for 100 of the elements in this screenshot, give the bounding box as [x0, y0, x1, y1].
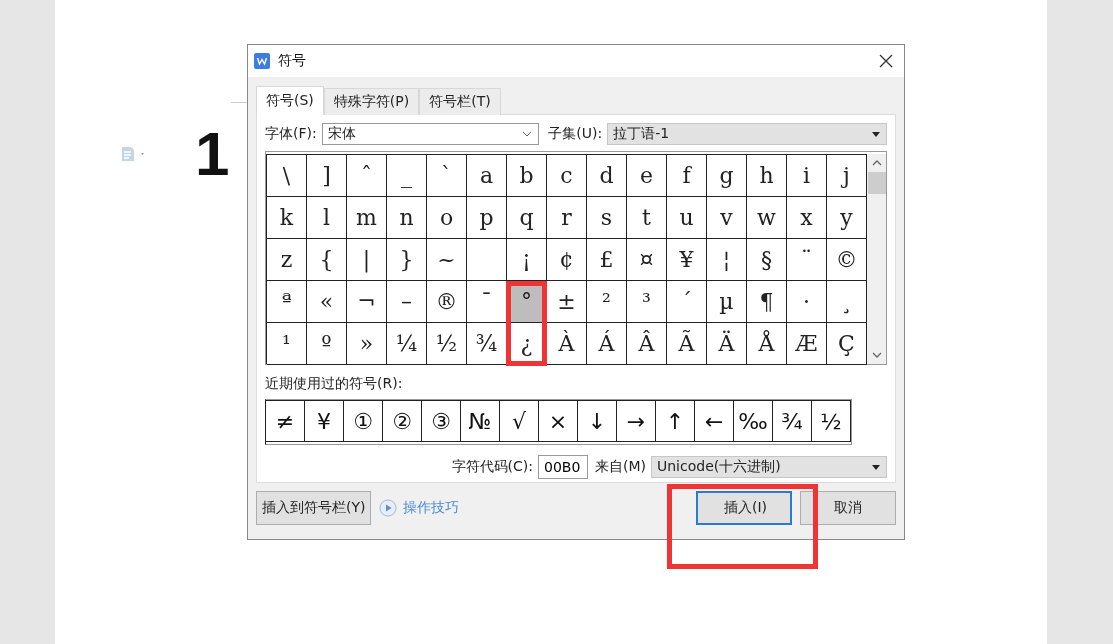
tab[interactable]: 符号栏(T)	[419, 88, 501, 115]
symbol-cell[interactable]: ´	[667, 281, 707, 323]
symbol-cell[interactable]: §	[747, 239, 787, 281]
symbol-cell[interactable]: –	[387, 281, 427, 323]
symbol-cell[interactable]: ¤	[627, 239, 667, 281]
symbol-cell[interactable]: ¦	[707, 239, 747, 281]
symbol-cell[interactable]: u	[667, 197, 707, 239]
subset-dropdown[interactable]: 拉丁语-1	[607, 123, 887, 145]
symbol-cell[interactable]: s	[587, 197, 627, 239]
symbol-cell[interactable]: t	[627, 197, 667, 239]
tab[interactable]: 特殊字符(P)	[323, 88, 420, 115]
symbol-cell[interactable]: »	[347, 323, 387, 365]
symbol-cell[interactable]: ®	[427, 281, 467, 323]
symbol-cell[interactable]: Ä	[707, 323, 747, 365]
symbol-cell[interactable]: ¼	[387, 323, 427, 365]
scroll-up-icon[interactable]	[871, 160, 882, 166]
symbol-cell[interactable]: ³	[627, 281, 667, 323]
symbol-cell[interactable]: f	[667, 155, 707, 197]
symbol-cell[interactable]: i	[787, 155, 827, 197]
symbol-cell[interactable]: ©	[827, 239, 867, 281]
symbol-cell[interactable]: l	[307, 197, 347, 239]
symbol-cell[interactable]	[467, 239, 507, 281]
symbol-cell[interactable]: ±	[547, 281, 587, 323]
symbol-cell[interactable]: ¬	[347, 281, 387, 323]
symbol-cell[interactable]: m	[347, 197, 387, 239]
dropdown-arrow-icon[interactable]	[872, 131, 880, 137]
symbol-cell[interactable]: |	[347, 239, 387, 281]
symbol-cell[interactable]: £	[587, 239, 627, 281]
insert-to-symbol-bar-button[interactable]: 插入到符号栏(Y)	[256, 491, 372, 525]
symbol-cell[interactable]: e	[627, 155, 667, 197]
symbol-cell[interactable]: o	[427, 197, 467, 239]
symbol-cell[interactable]: Å	[747, 323, 787, 365]
symbol-cell[interactable]: n	[387, 197, 427, 239]
symbol-cell[interactable]: Ã	[667, 323, 707, 365]
recent-symbol-cell[interactable]: →	[617, 400, 656, 442]
symbol-cell[interactable]: a	[467, 155, 507, 197]
symbol-cell[interactable]: z	[267, 239, 307, 281]
symbol-cell[interactable]: ¥	[667, 239, 707, 281]
recent-symbol-cell[interactable]: ①	[344, 400, 383, 442]
symbol-cell[interactable]: v	[707, 197, 747, 239]
recent-symbol-cell[interactable]: ↓	[578, 400, 617, 442]
recent-symbol-cell[interactable]: ½	[812, 400, 851, 442]
symbol-cell[interactable]: d	[587, 155, 627, 197]
symbol-cell[interactable]: k	[267, 197, 307, 239]
symbol-cell[interactable]: x	[787, 197, 827, 239]
insert-button[interactable]: 插入(I)	[696, 491, 792, 525]
char-code-field[interactable]: 00B0	[538, 455, 588, 479]
symbol-cell[interactable]: «	[307, 281, 347, 323]
symbol-cell[interactable]: b	[507, 155, 547, 197]
symbol-cell[interactable]: \	[267, 155, 307, 197]
symbol-cell[interactable]: ²	[587, 281, 627, 323]
recent-symbol-cell[interactable]: ≠	[266, 400, 305, 442]
symbol-cell[interactable]: ]	[307, 155, 347, 197]
recent-symbol-cell[interactable]: №	[461, 400, 500, 442]
symbol-cell[interactable]: ¸	[827, 281, 867, 323]
symbol-cell[interactable]: {	[307, 239, 347, 281]
recent-symbol-cell[interactable]: ②	[383, 400, 422, 442]
symbol-cell[interactable]: µ	[707, 281, 747, 323]
symbol-cell[interactable]: p	[467, 197, 507, 239]
symbol-cell[interactable]: c	[547, 155, 587, 197]
symbol-cell[interactable]: Á	[587, 323, 627, 365]
symbol-cell[interactable]: ½	[427, 323, 467, 365]
dropdown-arrow-icon[interactable]	[872, 464, 880, 470]
symbol-cell[interactable]: Â	[627, 323, 667, 365]
recent-symbol-cell[interactable]: ↑	[656, 400, 695, 442]
symbol-cell[interactable]: g	[707, 155, 747, 197]
symbol-cell[interactable]: y	[827, 197, 867, 239]
symbol-cell[interactable]: j	[827, 155, 867, 197]
recent-symbol-cell[interactable]: ¾	[773, 400, 812, 442]
symbol-cell[interactable]: ¢	[547, 239, 587, 281]
symbol-cell[interactable]: ¹	[267, 323, 307, 365]
recent-symbol-cell[interactable]: ③	[422, 400, 461, 442]
scroll-down-icon[interactable]	[871, 352, 882, 358]
recent-symbol-cell[interactable]: ‰	[734, 400, 773, 442]
symbol-cell[interactable]: ¨	[787, 239, 827, 281]
symbol-cell[interactable]: Ç	[827, 323, 867, 365]
symbol-cell[interactable]: ¶	[747, 281, 787, 323]
font-dropdown[interactable]: 宋体	[321, 123, 540, 145]
recent-symbol-cell[interactable]: ←	[695, 400, 734, 442]
scrollbar-thumb[interactable]	[867, 172, 886, 194]
symbol-cell[interactable]: q	[507, 197, 547, 239]
symbol-cell[interactable]: r	[547, 197, 587, 239]
symbol-cell[interactable]: ~	[427, 239, 467, 281]
symbol-cell[interactable]: À	[547, 323, 587, 365]
chevron-down-icon[interactable]	[522, 131, 533, 137]
symbol-cell[interactable]: }	[387, 239, 427, 281]
symbol-cell[interactable]: Æ	[787, 323, 827, 365]
symbol-cell[interactable]: `	[427, 155, 467, 197]
symbol-cell[interactable]: ·	[787, 281, 827, 323]
recent-symbol-cell[interactable]: ¥	[305, 400, 344, 442]
symbol-cell[interactable]: ˆ	[347, 155, 387, 197]
symbol-cell[interactable]: ¡	[507, 239, 547, 281]
cancel-button[interactable]: 取消	[800, 491, 896, 525]
symbol-cell[interactable]: _	[387, 155, 427, 197]
recent-symbol-cell[interactable]: √	[500, 400, 539, 442]
tab[interactable]: 符号(S)	[256, 86, 324, 115]
symbol-cell[interactable]: w	[747, 197, 787, 239]
symbol-cell[interactable]: ª	[267, 281, 307, 323]
scrollbar[interactable]	[867, 154, 886, 364]
from-dropdown[interactable]: Unicode(十六进制)	[651, 456, 887, 478]
